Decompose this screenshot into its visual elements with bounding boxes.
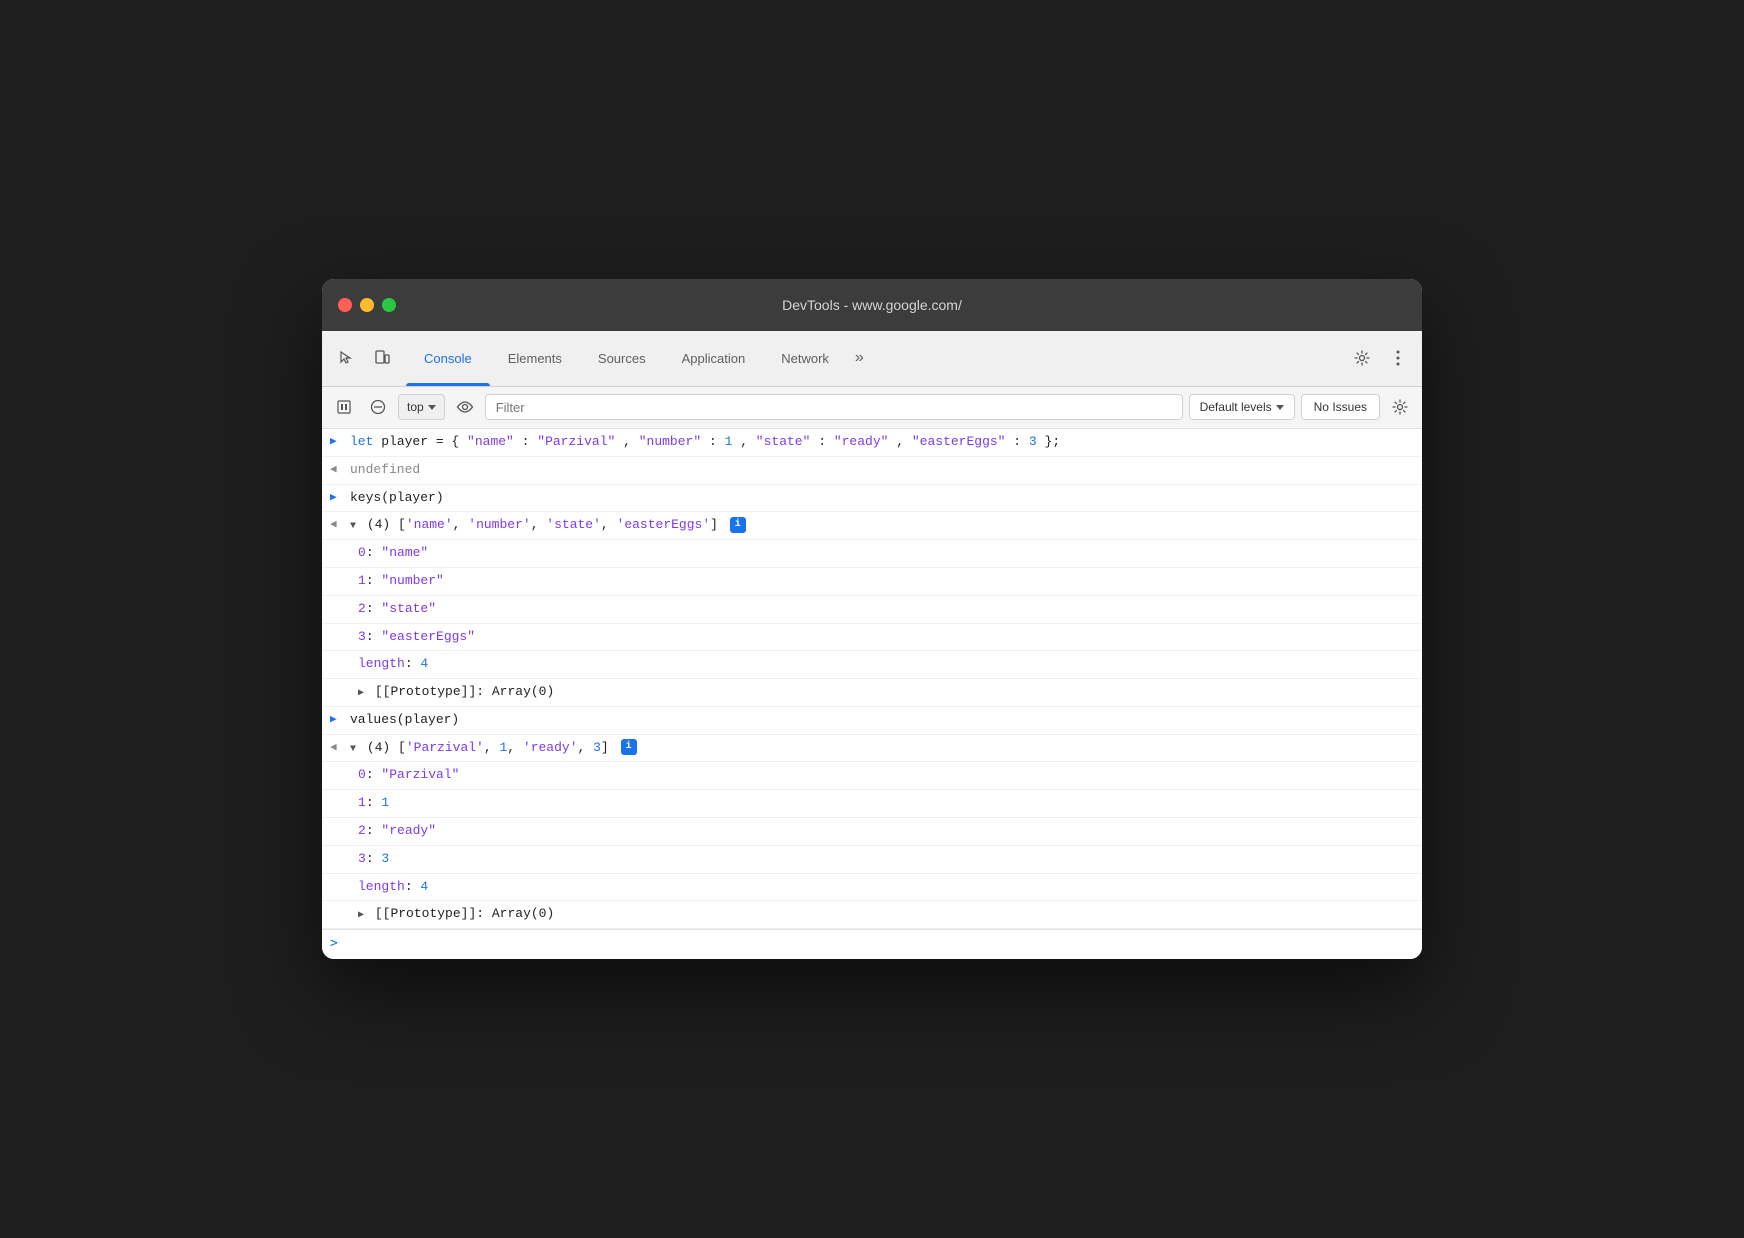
maximize-button[interactable] xyxy=(382,298,396,312)
input-arrow: ▶ xyxy=(330,490,350,508)
console-line[interactable]: ▶ let player = { "name" : "Parzival" , "… xyxy=(322,429,1422,457)
console-toolbar: top Default levels No Issues xyxy=(322,387,1422,429)
tab-elements[interactable]: Elements xyxy=(490,331,580,386)
console-settings-button[interactable] xyxy=(1386,393,1414,421)
console-text: let player = { "name" : "Parzival" , "nu… xyxy=(350,432,1422,453)
device-toolbar-button[interactable] xyxy=(366,342,398,374)
console-input[interactable] xyxy=(346,937,1414,952)
console-text: length: 4 xyxy=(358,877,1422,898)
output-arrow: ◀ xyxy=(330,462,350,480)
console-text: 3: "easterEggs" xyxy=(358,627,1422,648)
input-arrow: ▶ xyxy=(330,434,350,452)
tab-actions xyxy=(1346,342,1414,374)
console-text: ▶ [[Prototype]]: Array(0) xyxy=(358,904,1422,925)
console-text: 0: "name" xyxy=(358,543,1422,564)
more-tabs-button[interactable]: » xyxy=(847,331,872,386)
expand-triangle[interactable]: ▶ xyxy=(358,908,364,924)
traffic-lights xyxy=(338,298,396,312)
console-text: keys(player) xyxy=(350,488,1422,509)
devtools-icon-group xyxy=(330,342,398,374)
input-arrow: ▶ xyxy=(330,712,350,730)
tab-bar: Console Elements Sources Application Net… xyxy=(322,331,1422,387)
tab-list: Console Elements Sources Application Net… xyxy=(406,331,1346,386)
window-title: DevTools - www.google.com/ xyxy=(782,297,962,313)
minimize-button[interactable] xyxy=(360,298,374,312)
console-text: length: 4 xyxy=(358,654,1422,675)
tab-network[interactable]: Network xyxy=(763,331,847,386)
live-expression-button[interactable] xyxy=(451,393,479,421)
console-text: 2: "ready" xyxy=(358,821,1422,842)
tab-application[interactable]: Application xyxy=(664,331,764,386)
console-text: 0: "Parzival" xyxy=(358,765,1422,786)
console-prompt: > xyxy=(330,934,338,955)
no-issues-button[interactable]: No Issues xyxy=(1301,394,1380,420)
output-arrow: ◀ xyxy=(330,517,350,535)
console-text: 2: "state" xyxy=(358,599,1422,620)
console-line[interactable]: 2: "state" xyxy=(322,596,1422,624)
console-input-line[interactable]: > xyxy=(322,929,1422,959)
title-bar: DevTools - www.google.com/ xyxy=(322,279,1422,331)
more-options-button[interactable] xyxy=(1382,342,1414,374)
devtools-window: DevTools - www.google.com/ Console xyxy=(322,279,1422,959)
console-line[interactable]: ▶ values(player) xyxy=(322,707,1422,735)
filter-input[interactable] xyxy=(485,394,1183,420)
console-line[interactable]: ◀ ▼ (4) ['name', 'number', 'state', 'eas… xyxy=(322,512,1422,540)
console-text: 3: 3 xyxy=(358,849,1422,870)
expand-triangle[interactable]: ▶ xyxy=(358,686,364,702)
close-button[interactable] xyxy=(338,298,352,312)
console-line[interactable]: 0: "name" xyxy=(322,540,1422,568)
console-line[interactable]: ▶ [[Prototype]]: Array(0) xyxy=(322,901,1422,929)
collapse-triangle[interactable]: ▼ xyxy=(350,519,356,535)
console-line[interactable]: 3: 3 xyxy=(322,846,1422,874)
console-line[interactable]: ▶ keys(player) xyxy=(322,485,1422,513)
console-line[interactable]: length: 4 xyxy=(322,874,1422,902)
output-arrow: ◀ xyxy=(330,740,350,758)
clear-console-button[interactable] xyxy=(364,393,392,421)
console-text: ▶ [[Prototype]]: Array(0) xyxy=(358,682,1422,703)
console-output: ▶ let player = { "name" : "Parzival" , "… xyxy=(322,429,1422,959)
console-line[interactable]: ◀ ▼ (4) ['Parzival', 1, 'ready', 3] i xyxy=(322,735,1422,763)
default-levels-button[interactable]: Default levels xyxy=(1189,394,1295,420)
console-text: 1: 1 xyxy=(358,793,1422,814)
console-line[interactable]: 0: "Parzival" xyxy=(322,762,1422,790)
tab-console[interactable]: Console xyxy=(406,331,490,386)
console-text: 1: "number" xyxy=(358,571,1422,592)
context-selector[interactable]: top xyxy=(398,394,445,420)
console-line[interactable]: ▶ [[Prototype]]: Array(0) xyxy=(322,679,1422,707)
inspect-element-button[interactable] xyxy=(330,342,362,374)
console-line[interactable]: 3: "easterEggs" xyxy=(322,624,1422,652)
console-line[interactable]: ◀ undefined xyxy=(322,457,1422,485)
console-text: values(player) xyxy=(350,710,1422,731)
console-line[interactable]: 2: "ready" xyxy=(322,818,1422,846)
info-badge[interactable]: i xyxy=(730,517,746,533)
console-line[interactable]: 1: 1 xyxy=(322,790,1422,818)
console-text: ▼ (4) ['name', 'number', 'state', 'easte… xyxy=(350,515,1422,536)
console-line[interactable]: 1: "number" xyxy=(322,568,1422,596)
settings-button[interactable] xyxy=(1346,342,1378,374)
info-badge[interactable]: i xyxy=(621,739,637,755)
console-text: undefined xyxy=(350,460,1422,481)
console-line[interactable]: length: 4 xyxy=(322,651,1422,679)
run-script-button[interactable] xyxy=(330,393,358,421)
console-text: ▼ (4) ['Parzival', 1, 'ready', 3] i xyxy=(350,738,1422,759)
tab-sources[interactable]: Sources xyxy=(580,331,664,386)
collapse-triangle[interactable]: ▼ xyxy=(350,742,356,758)
